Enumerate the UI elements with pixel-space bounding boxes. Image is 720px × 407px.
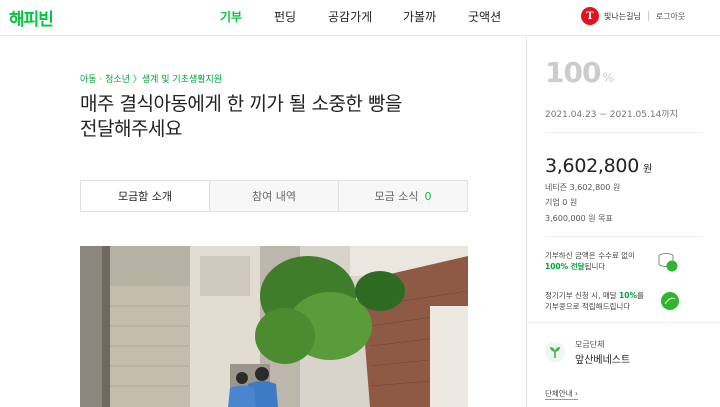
regular-info-line-2: 기부콩으로 적립해드립니다 (545, 302, 631, 311)
tab-news-count: 0 (424, 189, 432, 203)
divider (545, 236, 703, 237)
avatar-letter: T (586, 10, 594, 22)
fee-info-highlight: 100% 전달 (545, 262, 585, 271)
tab-news[interactable]: 모금 소식 0 (339, 181, 467, 211)
nav-good-action[interactable]: 굿액션 (468, 8, 501, 25)
nav-donate[interactable]: 기부 (220, 8, 242, 25)
tab-participants-label: 참여 내역 (252, 190, 296, 203)
nav-funding[interactable]: 펀딩 (274, 8, 296, 25)
sprout-icon (545, 342, 565, 362)
tab-participants[interactable]: 참여 내역 (210, 181, 339, 211)
regular-donation-info: 정기기부 신청 시, 매달 10%를 기부콩으로 적립해드립니다 (545, 290, 644, 312)
fee-info-rest: 됩니다 (584, 262, 606, 271)
netizen-amount: 네티즌 3,602,800 원 (545, 183, 621, 192)
campaign-photo (80, 246, 468, 407)
percent-value: 100 (545, 56, 601, 89)
total-amount: 3,602,800 원 (545, 155, 652, 177)
percent-sign: % (602, 71, 613, 85)
regular-info-line-1: 정기기부 신청 시, 매달 10%를 (545, 290, 644, 301)
nav-empathy-store[interactable]: 공감가게 (328, 8, 372, 25)
goal-amount: 3,600,000 원 목표 (545, 214, 613, 223)
company-amount: 기업 0 원 (545, 198, 578, 207)
fee-info-line-1: 기부하신 금액은 수수료 없이 (545, 251, 635, 260)
organization-name[interactable]: 앞산베네스트 (575, 351, 630, 366)
regular-info-post: 를 (636, 291, 644, 300)
divider (528, 322, 720, 323)
fee-info-line-2: 100% 전달됩니다 (545, 261, 635, 272)
tab-introduction[interactable]: 모금함 소개 (81, 181, 210, 211)
organization-info-link[interactable]: 단체안내 › (545, 388, 578, 400)
user-name[interactable]: 빛나는길님 (604, 11, 641, 22)
divider (545, 132, 703, 133)
nav-gabolkka[interactable]: 가볼까 (403, 8, 436, 25)
amount-unit: 원 (643, 164, 652, 175)
funding-period: 2021.04.23 ~ 2021.05.14까지 (545, 107, 678, 120)
amount-value: 3,602,800 (545, 155, 639, 177)
period-range: 2021.04.23 ~ 2021.05.14 (545, 110, 662, 120)
avatar[interactable]: T (581, 7, 599, 25)
logout-link[interactable]: 로그아웃 (656, 11, 685, 22)
user-area: T 빛나는길님 로그아웃 (581, 6, 685, 26)
regular-info-highlight: 10% (619, 291, 637, 300)
content-tabs: 모금함 소개 참여 내역 모금 소식 0 (80, 180, 468, 212)
tab-news-label: 모금 소식 (374, 190, 419, 203)
top-header: 해피빈 기부 펀딩 공감가게 가볼까 굿액션 T 빛나는길님 로그아웃 (0, 0, 720, 36)
organization-label: 모금단체 (575, 340, 605, 349)
tab-introduction-label: 모금함 소개 (117, 189, 173, 203)
funding-percent: 100% (545, 56, 614, 89)
header-divider (647, 11, 649, 21)
title-line-1: 매주 결식아동에게 한 끼가 될 소중한 빵을 (80, 93, 402, 115)
bean-icon (661, 292, 679, 310)
period-suffix: 까지 (661, 110, 678, 120)
campaign-title: 매주 결식아동에게 한 끼가 될 소중한 빵을 전달해주세요 (80, 92, 480, 142)
title-line-2: 전달해주세요 (80, 118, 182, 140)
regular-info-pre: 정기기부 신청 시, 매달 (545, 291, 620, 300)
campaign-category[interactable]: 아동 · 청소년 〉생계 및 기초생활지원 (80, 72, 222, 85)
fee-info: 기부하신 금액은 수수료 없이 100% 전달됩니다 (545, 250, 635, 272)
coin-stack-icon (658, 253, 678, 272)
